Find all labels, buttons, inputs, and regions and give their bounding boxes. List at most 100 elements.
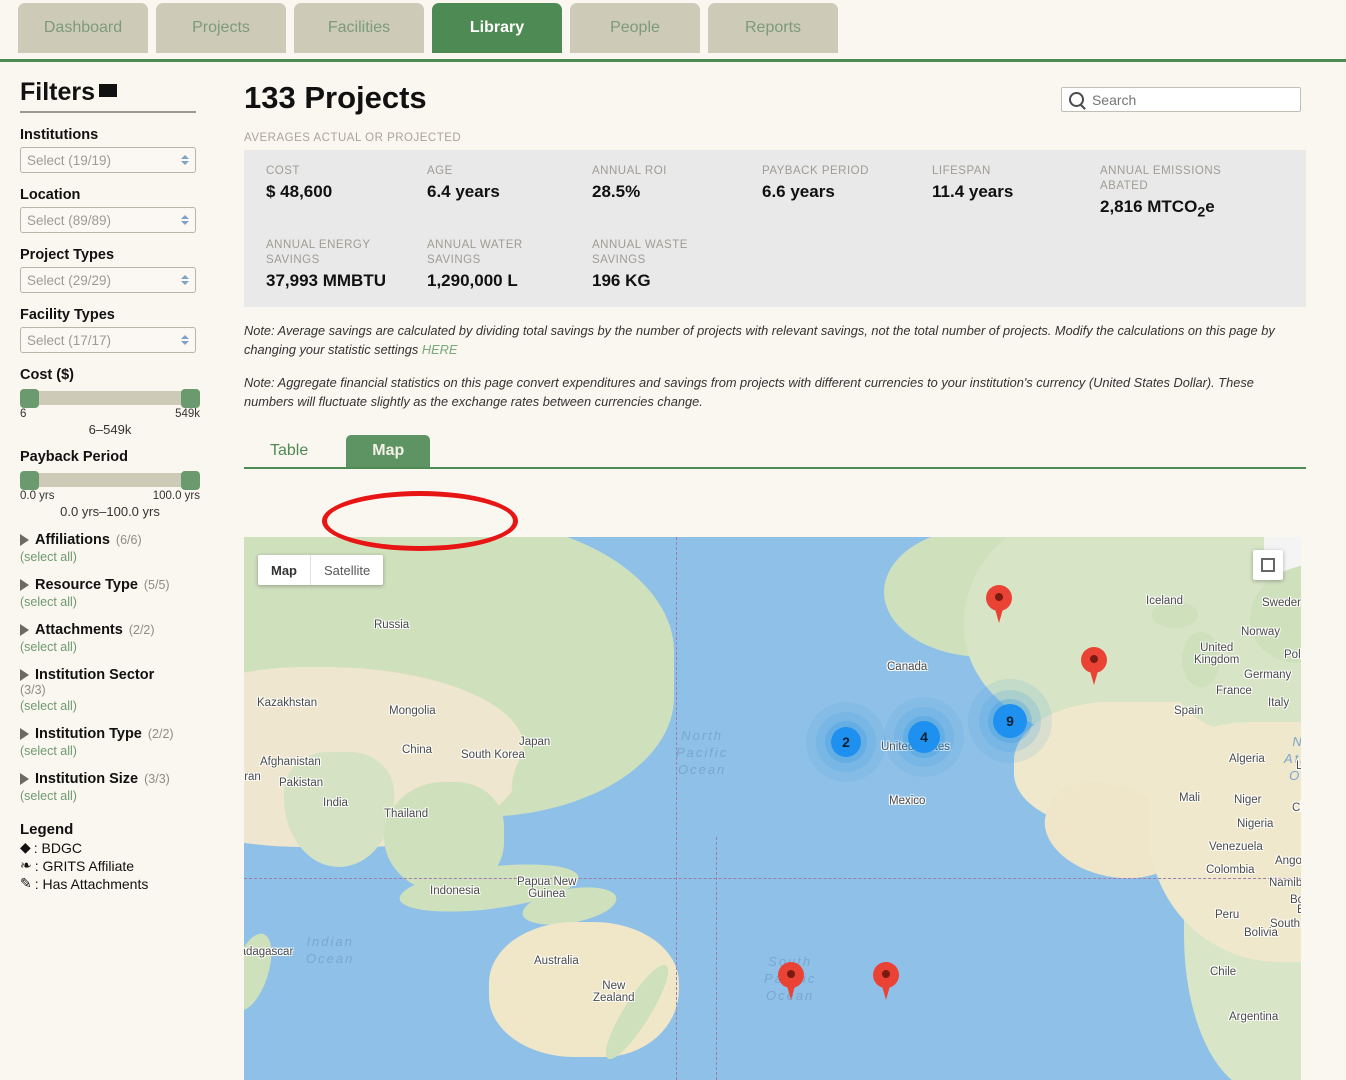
nav-tab-facilities[interactable]: Facilities [294, 3, 424, 53]
select-all-resource-type[interactable]: (select all) [20, 595, 228, 609]
legend-label-has-attachments: : Has Attachments [34, 875, 149, 892]
map-label-venezuela: Venezuela [1209, 841, 1263, 853]
chevron-right-icon [20, 624, 29, 636]
filter-facility-types: Facility Types Select (17/17) [20, 307, 228, 353]
accordion-count-affiliations: (6/6) [115, 533, 142, 547]
stat-annual-emissions-abated: ANNUAL EMISSIONS ABATED 2,816 MTCO2e [1100, 164, 1300, 220]
pin-alaska[interactable] [986, 585, 1012, 623]
nav-tab-dashboard[interactable]: Dashboard [18, 3, 148, 53]
select-all-affiliations[interactable]: (select all) [20, 550, 228, 564]
select-facility-types[interactable]: Select (17/17) [20, 327, 196, 353]
accordion-label-affiliations: Affiliations [35, 532, 110, 548]
filters-title: Filters [20, 78, 96, 106]
accordion-label-institution-size: Institution Size [35, 771, 139, 787]
payback-slider-min: 0.0 yrs [20, 490, 55, 502]
cost-slider-max: 549k [175, 408, 200, 420]
cluster-west-usa[interactable]: 2 [806, 702, 886, 782]
stat-key-lifespan: LIFESPAN [932, 165, 991, 177]
select-all-institution-size[interactable]: (select all) [20, 789, 228, 803]
select-all-institution-type[interactable]: (select all) [20, 744, 228, 758]
search-field[interactable] [1061, 87, 1301, 112]
accordion-label-resource-type: Resource Type [35, 577, 138, 593]
nav-tab-reports[interactable]: Reports [708, 3, 838, 53]
spinner-icon [181, 275, 189, 285]
stat-value-age: 6.4 years [427, 182, 500, 201]
accordion-affiliations[interactable]: Affiliations (6/6) (select all) [20, 532, 228, 564]
stat-age: AGE 6.4 years [427, 164, 592, 220]
select-facility-types-value: Select (17/17) [27, 332, 112, 348]
stat-annual-roi: ANNUAL ROI 28.5% [592, 164, 762, 220]
nav-tab-projects[interactable]: Projects [156, 3, 286, 53]
stat-cost: COST $ 48,600 [244, 164, 427, 220]
stat-annual-energy-savings: ANNUAL ENERGY SAVINGS 37,993 MMBTU [244, 238, 427, 291]
select-location[interactable]: Select (89/89) [20, 207, 196, 233]
map-type-control[interactable]: Map Satellite [258, 555, 384, 585]
cost-slider-track[interactable] [20, 389, 200, 408]
map-label-japan: Japan [519, 736, 551, 748]
fullscreen-icon[interactable] [1253, 550, 1283, 580]
search-input[interactable] [1089, 90, 1293, 109]
map-label-germany: Germany [1244, 669, 1292, 681]
map-label-iran: Iran [244, 771, 261, 783]
map-label-chile: Chile [1210, 966, 1237, 978]
select-all-institution-sector[interactable]: (select all) [20, 699, 228, 713]
view-tab-map[interactable]: Map [346, 435, 431, 468]
chevron-right-icon [20, 773, 29, 785]
map-label-poland: Poland [1284, 649, 1301, 661]
cost-slider[interactable]: 6 549k 6–549k [20, 389, 200, 437]
cost-slider-handle-min[interactable] [20, 389, 39, 408]
spinner-icon [181, 215, 189, 225]
pin-new-zealand[interactable] [873, 962, 899, 1000]
stat-key-annual-roi: ANNUAL ROI [592, 165, 667, 177]
accordion-institution-sector[interactable]: Institution Sector (3/3) (select all) [20, 667, 228, 713]
cluster-central-usa[interactable]: 4 [884, 697, 964, 777]
map-label-thailand: Thailand [384, 808, 429, 820]
payback-slider-handle-max[interactable] [181, 471, 200, 490]
stat-key-cost: COST [266, 165, 300, 177]
note-currency: Note: Aggregate financial statistics on … [244, 375, 1254, 410]
projects-map[interactable]: Map Satellite 2 4 9 North Pacific Ocean … [244, 537, 1301, 1080]
map-type-satellite-button[interactable]: Satellite [310, 555, 383, 585]
payback-slider-range: 0.0 yrs–100.0 yrs [60, 504, 160, 519]
accordion-attachments[interactable]: Attachments (2/2) (select all) [20, 622, 228, 654]
map-label-south-korea: South Korea [461, 749, 525, 761]
stat-lifespan: LIFESPAN 11.4 years [932, 164, 1100, 220]
view-tab-table[interactable]: Table [244, 435, 334, 467]
map-label-namibia: Namibia [1269, 877, 1301, 889]
leaf-icon: ❧ [20, 857, 32, 873]
spinner-icon [181, 335, 189, 345]
select-institutions[interactable]: Select (19/19) [20, 147, 196, 173]
map-label-norway: Norway [1241, 626, 1280, 638]
top-navigation: Dashboard Projects Facilities Library Pe… [0, 0, 1346, 62]
map-label-mongolia: Mongolia [389, 705, 436, 717]
accordion-institution-type[interactable]: Institution Type (2/2) (select all) [20, 726, 228, 758]
statistics-panel: COST $ 48,600 AGE 6.4 years ANNUAL ROI 2… [244, 150, 1306, 308]
cost-slider-handle-max[interactable] [181, 389, 200, 408]
payback-slider[interactable]: 0.0 yrs 100.0 yrs 0.0 yrs–100.0 yrs [20, 471, 200, 519]
stat-value-payback-period: 6.6 years [762, 182, 835, 201]
map-label-canada: Canada [887, 661, 928, 673]
select-all-attachments[interactable]: (select all) [20, 640, 228, 654]
payback-slider-handle-min[interactable] [20, 471, 39, 490]
ocean-label-north-atlantic: North Atlantic Ocean [1284, 734, 1301, 783]
nav-tab-library[interactable]: Library [432, 3, 562, 53]
chevron-right-icon [20, 534, 29, 546]
map-type-map-button[interactable]: Map [258, 555, 310, 585]
accordion-institution-size[interactable]: Institution Size (3/3) (select all) [20, 771, 228, 803]
accordion-resource-type[interactable]: Resource Type (5/5) (select all) [20, 577, 228, 609]
stat-annual-water-savings: ANNUAL WATER SAVINGS 1,290,000 L [427, 238, 592, 291]
nav-tab-people[interactable]: People [570, 3, 700, 53]
payback-slider-track[interactable] [20, 471, 200, 490]
map-label-spain: Spain [1174, 705, 1204, 717]
pin-western-canada[interactable] [1081, 647, 1107, 685]
statistic-settings-link[interactable]: HERE [422, 342, 458, 357]
pin-australia[interactable] [778, 962, 804, 1000]
select-project-types-value: Select (29/29) [27, 272, 112, 288]
filter-label-cost: Cost ($) [20, 367, 74, 383]
filter-label-facility-types: Facility Types [20, 307, 115, 323]
map-label-new-zealand: New Zealand [593, 980, 635, 1004]
cluster-northeast-usa[interactable]: 9 [968, 679, 1052, 763]
select-project-types[interactable]: Select (29/29) [20, 267, 196, 293]
gem-icon: ◆ [20, 839, 31, 855]
map-label-india: India [323, 797, 348, 809]
